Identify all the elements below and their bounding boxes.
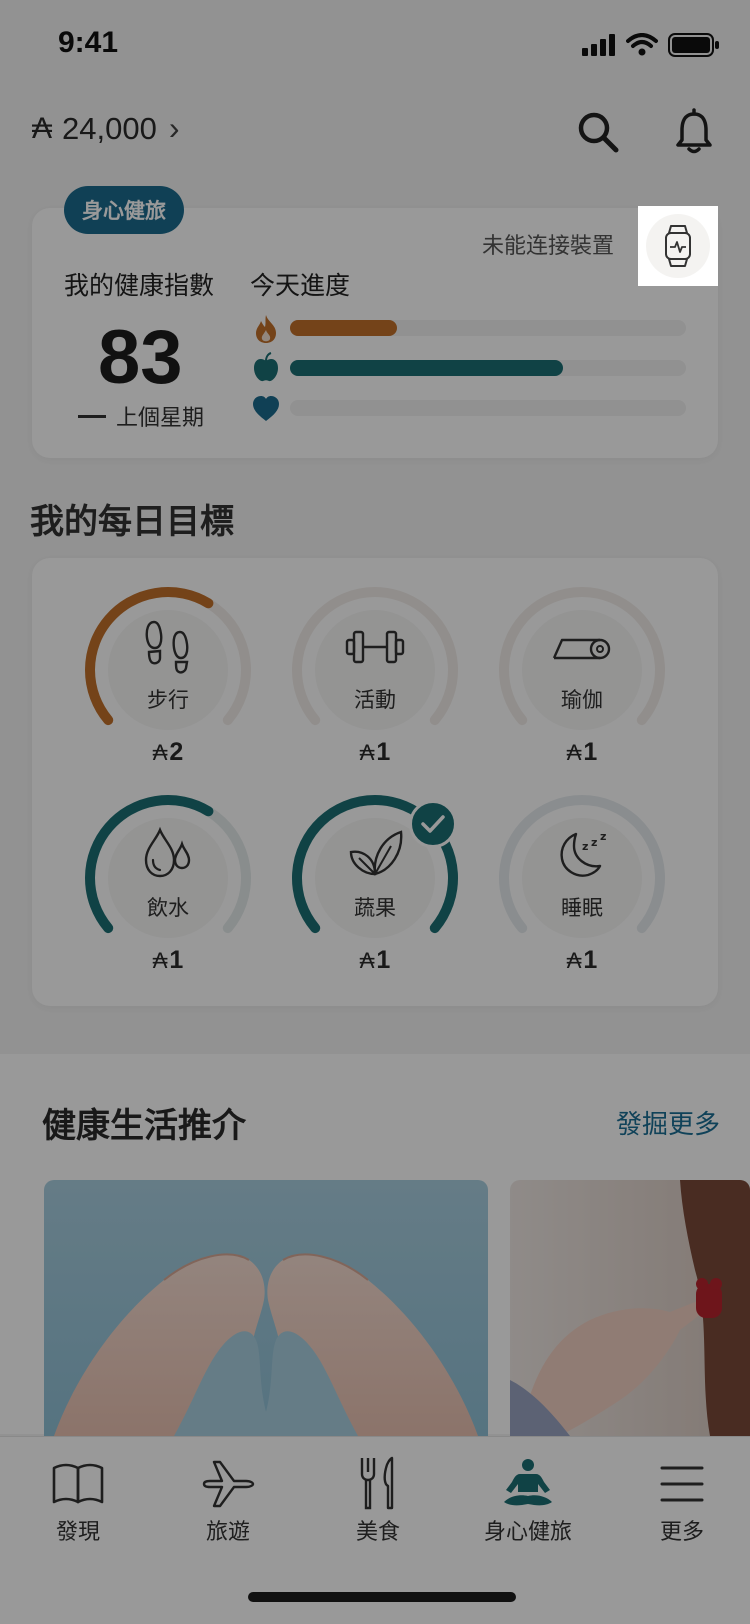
svg-text:z: z — [600, 830, 606, 843]
last-week-comparison: 上個星期 — [78, 400, 204, 432]
goal-water[interactable]: 飲水 ₳1 — [80, 792, 256, 982]
coin-icon: ₳ — [359, 948, 375, 973]
flame-icon — [256, 315, 276, 343]
status-bar: 9:41 — [0, 0, 750, 90]
nav-label: 旅遊 — [205, 1520, 250, 1545]
goal-reward: ₳1 — [80, 946, 256, 975]
lifestyle-title: 健康生活推介 — [42, 1106, 246, 1146]
heart-hands-image[interactable] — [44, 1180, 488, 1436]
calories-progress-bar — [290, 320, 686, 336]
nav-item-wellness[interactable]: 身心健旅 — [458, 1450, 598, 1550]
leaves-icon — [349, 830, 403, 876]
status-icons — [582, 32, 720, 58]
fork-knife-icon — [360, 1456, 394, 1510]
coin-icon: ₳ — [359, 740, 375, 765]
goal-sleep[interactable]: z z z 睡眠 ₳1 — [494, 792, 670, 982]
device-status: 未能连接裝置 — [482, 234, 615, 259]
goal-reward-value: 1 — [583, 738, 598, 766]
goal-activity[interactable]: 活動 ₳1 — [287, 584, 463, 774]
goal-yoga[interactable]: 瑜伽 ₳1 — [494, 584, 670, 774]
goal-walking[interactable]: 步行 ₳2 — [80, 584, 256, 774]
nav-item-food[interactable]: 美食 — [308, 1450, 448, 1550]
goal-reward-value: 1 — [376, 946, 391, 974]
nav-item-discover[interactable]: 發現 — [8, 1450, 148, 1550]
goal-reward-value: 2 — [169, 738, 184, 766]
svg-text:z: z — [591, 836, 597, 849]
today-progress-label: 今天進度 — [250, 271, 351, 300]
coin-icon: ₳ — [32, 111, 53, 145]
calories-progress-fill — [290, 320, 397, 336]
goal-label: 睡眠 — [561, 896, 603, 920]
footprints-icon — [145, 620, 189, 674]
yoga-mat-icon — [552, 638, 611, 660]
dash-icon — [78, 414, 106, 418]
airplane-icon — [202, 1460, 255, 1508]
goal-label: 活動 — [354, 688, 396, 712]
signal-icon — [582, 34, 615, 56]
goal-fruit-veg[interactable]: 蔬果 ₳1 — [287, 792, 463, 982]
search-icon[interactable] — [574, 108, 622, 156]
daily-goals-title: 我的每日目標 — [30, 502, 234, 542]
coin-icon: ₳ — [566, 948, 582, 973]
discover-more-link[interactable]: 發掘更多 — [616, 1104, 720, 1141]
coin-icon: ₳ — [152, 948, 168, 973]
goal-reward-value: 1 — [376, 738, 391, 766]
nutrition-progress-bar — [290, 360, 686, 376]
goal-reward: ₳1 — [287, 738, 463, 767]
health-index-label: 我的健康指數 — [64, 271, 215, 300]
goal-reward: ₳2 — [80, 738, 256, 767]
moon-sleep-icon: z z z — [560, 830, 606, 877]
smartwatch-icon — [665, 225, 691, 267]
coin-icon: ₳ — [566, 740, 582, 765]
home-indicator[interactable] — [248, 1592, 516, 1602]
goal-reward: ₳1 — [494, 738, 670, 767]
nutrition-progress-fill — [290, 360, 564, 376]
menu-icon — [660, 1466, 704, 1502]
nav-label: 發現 — [55, 1520, 100, 1545]
goal-label: 步行 — [147, 688, 189, 712]
chevron-right-icon: › — [168, 110, 180, 146]
health-score: 83 — [98, 315, 183, 400]
nav-label: 更多 — [659, 1520, 704, 1545]
goal-label: 飲水 — [147, 896, 189, 920]
bell-icon[interactable] — [670, 108, 718, 156]
nav-item-more[interactable]: 更多 — [612, 1450, 750, 1550]
balance-value: 24,000 — [62, 110, 157, 146]
nav-label: 美食 — [355, 1520, 400, 1545]
water-drops-icon — [144, 826, 191, 878]
goal-reward-value: 1 — [169, 946, 184, 974]
wifi-icon — [626, 33, 658, 56]
svg-text:z: z — [582, 840, 588, 853]
goal-label: 蔬果 — [354, 896, 396, 920]
book-icon — [52, 1463, 104, 1504]
heart-progress-bar — [290, 400, 686, 416]
completed-check-icon — [409, 800, 457, 848]
gummy-vitamin-image[interactable] — [510, 1180, 750, 1436]
nav-item-travel[interactable]: 旅遊 — [158, 1450, 298, 1550]
coin-icon: ₳ — [152, 740, 168, 765]
status-time: 9:41 — [58, 26, 119, 59]
meditation-icon — [504, 1459, 552, 1506]
nav-label: 身心健旅 — [483, 1520, 572, 1545]
wellness-screen: 9:41 ₳ 24,000 › 身心健旅 未能连接裝置 我的健康指數 今天進度 … — [0, 0, 750, 1624]
apple-icon — [254, 352, 278, 382]
goal-reward-value: 1 — [583, 946, 598, 974]
goal-reward: ₳1 — [287, 946, 463, 975]
dumbbell-icon — [345, 630, 405, 664]
highlighted-device-button[interactable] — [638, 206, 718, 286]
goal-label: 瑜伽 — [561, 688, 603, 712]
last-week-label: 上個星期 — [116, 406, 205, 431]
wellness-tag: 身心健旅 — [64, 186, 184, 234]
heart-icon — [253, 396, 279, 421]
points-balance[interactable]: ₳ 24,000 › — [32, 110, 180, 147]
battery-icon — [668, 33, 719, 57]
goal-reward: ₳1 — [494, 946, 670, 975]
